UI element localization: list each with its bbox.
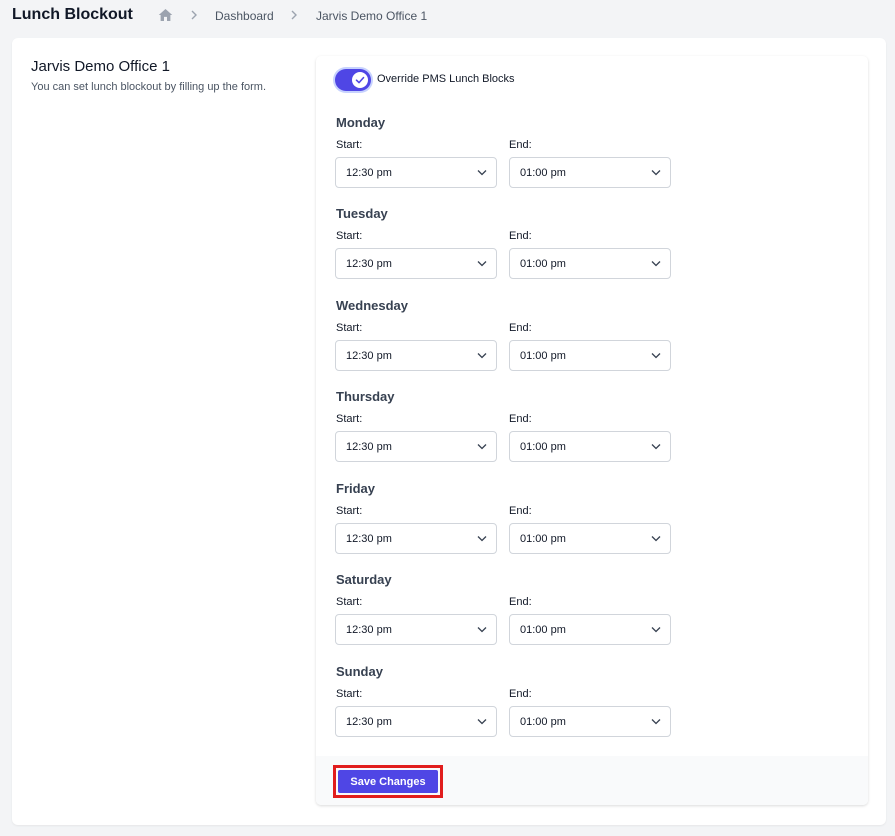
end-time-select[interactable]: 01:00 pm: [509, 431, 671, 462]
start-label: Start:: [336, 230, 363, 242]
page-title: Lunch Blockout: [12, 6, 133, 23]
end-label: End:: [509, 596, 532, 608]
start-time-select[interactable]: 12:30 pm: [335, 340, 497, 371]
day-row-monday: Monday Start: End: 12:30 pm 01:00 pm: [335, 115, 675, 201]
start-label: Start:: [336, 505, 363, 517]
end-time-select[interactable]: 01:00 pm: [509, 614, 671, 645]
day-row-thursday: Thursday Start: End: 12:30 pm 01:00 pm: [335, 389, 675, 475]
chevron-down-icon: [477, 536, 487, 542]
start-time-select[interactable]: 12:30 pm: [335, 248, 497, 279]
day-name: Sunday: [336, 664, 383, 679]
end-time-select[interactable]: 01:00 pm: [509, 157, 671, 188]
start-time-select[interactable]: 12:30 pm: [335, 523, 497, 554]
start-label: Start:: [336, 596, 363, 608]
chevron-right-icon: [291, 10, 297, 20]
chevron-down-icon: [651, 261, 661, 267]
start-time-value: 12:30 pm: [346, 350, 392, 362]
chevron-down-icon: [651, 627, 661, 633]
chevron-down-icon: [477, 627, 487, 633]
section-title: Jarvis Demo Office 1: [31, 58, 170, 75]
day-name: Tuesday: [336, 206, 388, 221]
end-time-select[interactable]: 01:00 pm: [509, 523, 671, 554]
check-icon: [355, 76, 365, 84]
chevron-down-icon: [651, 170, 661, 176]
start-time-value: 12:30 pm: [346, 167, 392, 179]
day-name: Thursday: [336, 389, 395, 404]
breadcrumb-dashboard[interactable]: Dashboard: [215, 9, 274, 23]
toggle-knob: [352, 72, 368, 88]
start-time-value: 12:30 pm: [346, 716, 392, 728]
chevron-down-icon: [477, 170, 487, 176]
override-pms-label: Override PMS Lunch Blocks: [377, 73, 515, 85]
day-name: Wednesday: [336, 298, 409, 313]
chevron-down-icon: [651, 719, 661, 725]
chevron-down-icon: [477, 353, 487, 359]
start-time-value: 12:30 pm: [346, 533, 392, 545]
end-time-select[interactable]: 01:00 pm: [509, 248, 671, 279]
section-description: You can set lunch blockout by filling up…: [31, 81, 267, 93]
top-bar: Lunch Blockout Dashboard Jarvis Demo Off…: [0, 0, 895, 32]
start-label: Start:: [336, 413, 363, 425]
chevron-down-icon: [477, 261, 487, 267]
end-time-value: 01:00 pm: [520, 624, 566, 636]
end-time-value: 01:00 pm: [520, 441, 566, 453]
home-icon[interactable]: [158, 8, 173, 22]
start-time-select[interactable]: 12:30 pm: [335, 431, 497, 462]
day-row-sunday: Sunday Start: End: 12:30 pm 01:00 pm: [335, 664, 675, 750]
day-row-saturday: Saturday Start: End: 12:30 pm 01:00 pm: [335, 572, 675, 658]
day-name: Saturday: [336, 572, 392, 587]
start-label: Start:: [336, 139, 363, 151]
chevron-down-icon: [477, 719, 487, 725]
day-name: Monday: [336, 115, 386, 130]
end-label: End:: [509, 688, 532, 700]
day-row-friday: Friday Start: End: 12:30 pm 01:00 pm: [335, 481, 675, 567]
end-time-value: 01:00 pm: [520, 258, 566, 270]
chevron-down-icon: [477, 444, 487, 450]
end-time-value: 01:00 pm: [520, 350, 566, 362]
end-label: End:: [509, 322, 532, 334]
day-name: Friday: [336, 481, 376, 496]
chevron-down-icon: [651, 444, 661, 450]
day-row-tuesday: Tuesday Start: End: 12:30 pm 01:00 pm: [335, 206, 675, 292]
end-label: End:: [509, 139, 532, 151]
end-time-value: 01:00 pm: [520, 533, 566, 545]
save-changes-button[interactable]: Save Changes: [338, 770, 438, 793]
start-time-select[interactable]: 12:30 pm: [335, 157, 497, 188]
end-label: End:: [509, 230, 532, 242]
start-time-value: 12:30 pm: [346, 258, 392, 270]
end-label: End:: [509, 413, 532, 425]
start-time-select[interactable]: 12:30 pm: [335, 706, 497, 737]
end-time-value: 01:00 pm: [520, 167, 566, 179]
chevron-down-icon: [651, 353, 661, 359]
end-time-value: 01:00 pm: [520, 716, 566, 728]
start-label: Start:: [336, 688, 363, 700]
chevron-down-icon: [651, 536, 661, 542]
end-time-select[interactable]: 01:00 pm: [509, 706, 671, 737]
start-time-value: 12:30 pm: [346, 441, 392, 453]
start-label: Start:: [336, 322, 363, 334]
end-time-select[interactable]: 01:00 pm: [509, 340, 671, 371]
day-row-wednesday: Wednesday Start: End: 12:30 pm 01:00 pm: [335, 298, 675, 384]
override-pms-toggle[interactable]: [335, 69, 371, 91]
start-time-value: 12:30 pm: [346, 624, 392, 636]
breadcrumb-office[interactable]: Jarvis Demo Office 1: [316, 9, 427, 23]
end-label: End:: [509, 505, 532, 517]
chevron-right-icon: [191, 10, 197, 20]
start-time-select[interactable]: 12:30 pm: [335, 614, 497, 645]
